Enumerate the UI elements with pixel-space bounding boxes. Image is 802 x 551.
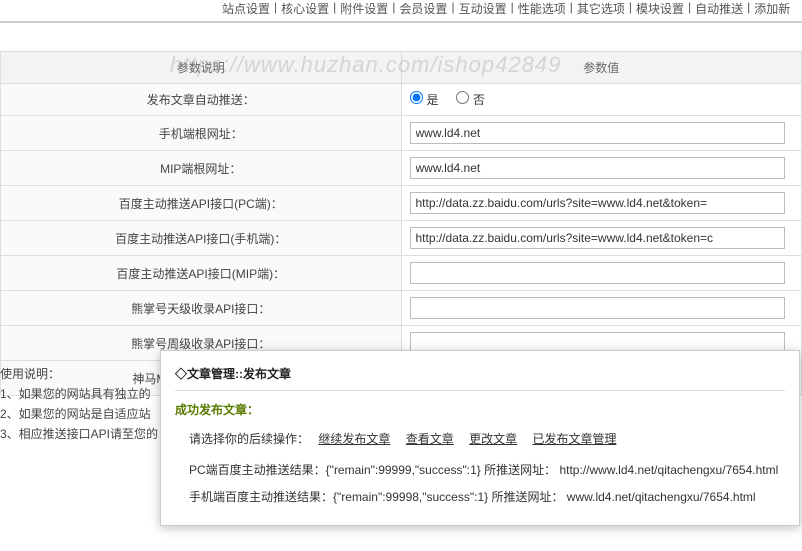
publish-result-popup: ◇文章管理::发布文章 成功发布文章： 请选择你的后续操作： 继续发布文章 查看…	[160, 350, 800, 526]
mobile-root-input[interactable]	[410, 122, 786, 144]
col-param-value: 参数值	[401, 52, 802, 84]
nav-item[interactable]: 站点设置	[220, 0, 272, 17]
row-label: MIP端根网址：	[1, 151, 402, 186]
nav-item[interactable]: 核心设置	[279, 0, 331, 17]
op-published-manage[interactable]: 已发布文章管理	[532, 432, 616, 446]
help-title: 使用说明：	[0, 364, 160, 384]
mip-root-input[interactable]	[410, 157, 786, 179]
ops-prefix: 请选择你的后续操作：	[189, 432, 309, 446]
nav-item[interactable]: 会员设置	[397, 0, 449, 17]
top-nav: 站点设置| 核心设置| 附件设置| 会员设置| 互动设置| 性能选项| 其它选项…	[0, 0, 802, 23]
nav-item[interactable]: 自动推送	[693, 0, 745, 17]
row-label: 百度主动推送API接口(PC端)：	[1, 186, 402, 221]
help-line: 1、如果您的网站具有独立的	[0, 384, 160, 404]
op-edit-article[interactable]: 更改文章	[469, 432, 517, 446]
help-line: 2、如果您的网站是自适应站	[0, 404, 160, 424]
xiongzhang-daily-input[interactable]	[410, 297, 786, 319]
row-label: 熊掌号天级收录API接口：	[1, 291, 402, 326]
nav-item[interactable]: 模块设置	[634, 0, 686, 17]
nav-item[interactable]: 附件设置	[338, 0, 390, 17]
usage-help: 使用说明： 1、如果您的网站具有独立的 2、如果您的网站是自适应站 3、相应推送…	[0, 360, 160, 444]
row-label: 百度主动推送API接口(手机端)：	[1, 221, 402, 256]
result-line-mobile: 手机端百度主动推送结果：{"remain":99998,"success":1}…	[189, 488, 785, 505]
nav-item[interactable]: 互动设置	[457, 0, 509, 17]
radio-no[interactable]: 否	[456, 93, 485, 107]
baidu-api-mobile-input[interactable]	[410, 227, 786, 249]
nav-item[interactable]: 其它选项	[575, 0, 627, 17]
settings-table: 参数说明 参数值 发布文章自动推送： 是 否 手机端根网址： MIP端根网址： …	[0, 51, 802, 396]
help-line: 3、相应推送接口API请至您的	[0, 424, 160, 444]
popup-success: 成功发布文章：	[175, 401, 785, 418]
row-label: 手机端根网址：	[1, 116, 402, 151]
baidu-api-pc-input[interactable]	[410, 192, 786, 214]
popup-ops: 请选择你的后续操作： 继续发布文章 查看文章 更改文章 已发布文章管理	[189, 430, 785, 447]
popup-title: ◇文章管理::发布文章	[175, 361, 785, 391]
nav-item[interactable]: 性能选项	[516, 0, 568, 17]
baidu-api-mip-input[interactable]	[410, 262, 786, 284]
radio-yes[interactable]: 是	[410, 93, 439, 107]
op-view-article[interactable]: 查看文章	[406, 432, 454, 446]
col-param-label: 参数说明	[1, 52, 402, 84]
row-label: 百度主动推送API接口(MIP端)：	[1, 256, 402, 291]
auto-push-radio: 是 否	[401, 84, 802, 116]
nav-item[interactable]: 添加新	[752, 0, 792, 17]
result-line-pc: PC端百度主动推送结果：{"remain":99999,"success":1}…	[189, 461, 785, 478]
row-label: 发布文章自动推送：	[1, 84, 402, 116]
op-continue-publish[interactable]: 继续发布文章	[318, 432, 390, 446]
